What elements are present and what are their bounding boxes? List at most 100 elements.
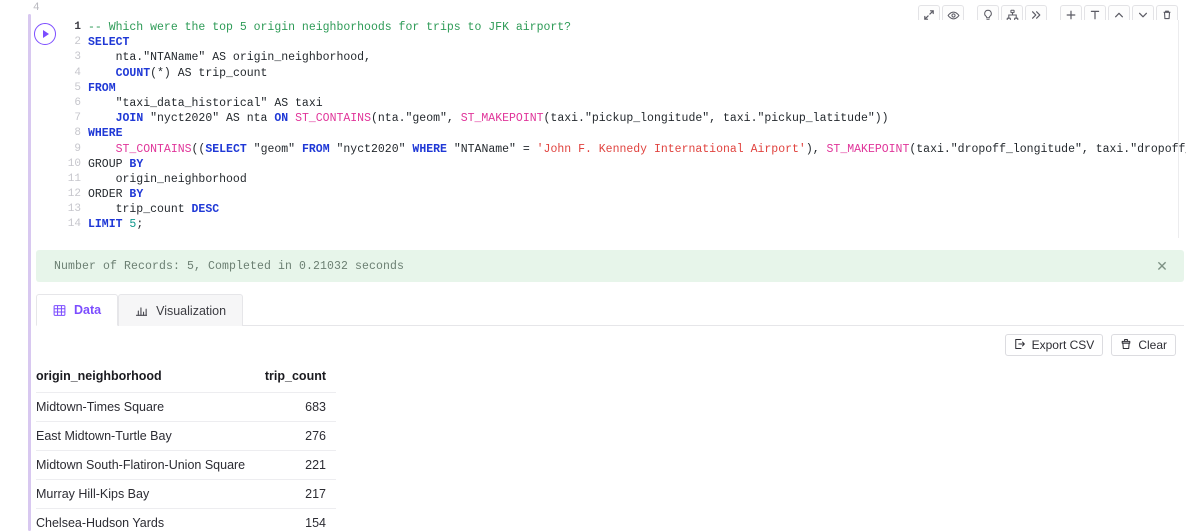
code-token: WHERE <box>88 127 123 141</box>
cell-trip-count: 276 <box>244 421 336 451</box>
cell-origin-neighborhood: Chelsea-Hudson Yards <box>36 508 244 531</box>
code-token: trip_count <box>88 203 192 217</box>
export-csv-label: Export CSV <box>1031 338 1095 352</box>
code-token: (*) AS trip_count <box>150 66 268 80</box>
code-line-text: ST_CONTAINS((SELECT "geom" FROM "nyct202… <box>88 142 1186 157</box>
code-token: "NTAName" = <box>446 142 537 156</box>
code-token: ), <box>805 142 827 156</box>
clear-button[interactable]: Clear <box>1111 334 1176 356</box>
results-actions: Export CSV Clear <box>1004 334 1176 356</box>
line-number: 9 <box>74 142 81 155</box>
cell-origin-neighborhood: East Midtown-Turtle Bay <box>36 421 244 451</box>
code-token: ST_MAKEPOINT <box>460 112 544 126</box>
table-row[interactable]: Murray Hill-Kips Bay 217 <box>36 479 336 509</box>
code-line-row[interactable]: 2 SELECT <box>60 35 1182 50</box>
code-token: (( <box>191 142 206 156</box>
code-line-text: GROUP BY <box>88 157 1182 172</box>
cell-trip-count: 154 <box>244 508 336 531</box>
code-line-row[interactable]: 11 origin_neighborhood <box>60 172 1182 187</box>
broom-icon <box>1120 338 1132 353</box>
code-line-row[interactable]: 12 ORDER BY <box>60 187 1182 202</box>
code-token: ST_CONTAINS <box>115 142 192 156</box>
code-lines[interactable]: 1 -- Which were the top 5 origin neighbor… <box>60 20 1186 233</box>
export-csv-button[interactable]: Export CSV <box>1004 334 1104 356</box>
run-cell-button[interactable] <box>34 23 56 45</box>
code-line-row[interactable]: 10 GROUP BY <box>60 157 1182 172</box>
code-line-text: origin_neighborhood <box>88 172 1182 187</box>
code-line-text: LIMIT 5; <box>88 217 1182 232</box>
line-number: 7 <box>74 112 81 125</box>
cell-trip-count: 683 <box>244 392 336 422</box>
code-line-row[interactable]: 5 FROM <box>60 81 1182 96</box>
cell-active-rail <box>28 14 31 531</box>
table-row[interactable]: Midtown-Times Square 683 <box>36 392 336 422</box>
code-token: ; <box>136 218 144 232</box>
code-token: SELECT <box>88 36 130 50</box>
code-line-text: -- Which were the top 5 origin neighborh… <box>88 20 1182 35</box>
code-token: "nyct2020" <box>329 142 413 156</box>
code-token: COUNT <box>115 66 151 80</box>
code-line-text: JOIN "nyct2020" AS nta ON ST_CONTAINS(nt… <box>88 111 1182 126</box>
line-number: 14 <box>67 218 81 231</box>
export-icon <box>1014 338 1026 353</box>
code-token: origin_neighborhood <box>88 172 247 186</box>
code-line-row[interactable]: 9 ST_CONTAINS((SELECT "geom" FROM "nyct2… <box>60 142 1186 157</box>
cell-index-label: 4 <box>33 2 40 14</box>
code-token: nta."NTAName" AS origin_neighborhood, <box>88 51 371 65</box>
cell-origin-neighborhood: Midtown-Times Square <box>36 392 244 422</box>
code-line-row[interactable]: 13 trip_count DESC <box>60 202 1182 217</box>
code-token: (nta."geom", <box>370 112 461 126</box>
grid-icon <box>53 304 66 317</box>
code-token: WHERE <box>412 142 447 156</box>
code-token: FROM <box>301 142 330 156</box>
tab-visualization[interactable]: Visualization <box>118 294 244 326</box>
tab-data[interactable]: Data <box>36 294 119 326</box>
tab-visualization-label: Visualization <box>156 303 227 318</box>
table-row[interactable]: Chelsea-Hudson Yards 154 <box>36 508 336 531</box>
line-number: 3 <box>74 51 81 64</box>
code-token: -- Which were the top 5 origin neighborh… <box>88 21 572 34</box>
results-panel: Data Visualization Export CSV Clear orig… <box>36 294 1184 531</box>
code-line-row[interactable]: 4 COUNT(*) AS trip_count <box>60 66 1182 81</box>
code-token: ST_CONTAINS <box>295 112 371 126</box>
results-table-container[interactable]: origin_neighborhood trip_count Midtown-T… <box>36 362 1184 531</box>
code-token: (taxi."dropoff_longitude", taxi."dropoff… <box>909 142 1186 156</box>
code-token: BY <box>129 188 144 202</box>
line-number: 1 <box>74 21 81 33</box>
code-line-text: ORDER BY <box>88 187 1182 202</box>
cell-origin-neighborhood: Midtown South-Flatiron-Union Square <box>36 450 245 480</box>
code-line-text: SELECT <box>88 35 1182 50</box>
column-header-trip-count[interactable]: trip_count <box>244 362 336 393</box>
line-number: 11 <box>67 172 81 185</box>
column-header-origin-neighborhood[interactable]: origin_neighborhood <box>36 362 244 393</box>
notebook-cell-screen: 4 1 -- Which were the top 5 origin neigh… <box>0 0 1200 531</box>
code-token: SELECT <box>205 142 247 156</box>
code-token: ON <box>274 112 289 126</box>
code-line-row[interactable]: 8 WHERE <box>60 126 1182 141</box>
cell-origin-neighborhood: Murray Hill-Kips Bay <box>36 479 244 509</box>
code-token: "geom" <box>246 142 302 156</box>
close-icon[interactable]: ✕ <box>1154 258 1170 274</box>
line-number: 5 <box>74 81 81 94</box>
code-token: ST_MAKEPOINT <box>826 142 910 156</box>
editor-scrollbar[interactable] <box>1178 20 1184 238</box>
code-token: "taxi_data_historical" AS taxi <box>88 96 323 110</box>
line-number: 10 <box>67 157 81 170</box>
table-row[interactable]: Midtown South-Flatiron-Union Square 221 <box>36 450 336 480</box>
code-line-text: COUNT(*) AS trip_count <box>88 66 1182 81</box>
results-tabs: Data Visualization <box>36 294 1184 326</box>
code-line-row[interactable]: 7 JOIN "nyct2020" AS nta ON ST_CONTAINS(… <box>60 111 1182 126</box>
query-status-banner: Number of Records: 5, Completed in 0.210… <box>36 250 1184 282</box>
sql-editor[interactable]: 1 -- Which were the top 5 origin neighbor… <box>34 20 1186 238</box>
code-line-row[interactable]: 3 nta."NTAName" AS origin_neighborhood, <box>60 50 1182 65</box>
code-line-row[interactable]: 14 LIMIT 5; <box>60 217 1182 232</box>
line-number: 6 <box>74 96 81 109</box>
code-line-text: trip_count DESC <box>88 202 1182 217</box>
code-line-row[interactable]: 6 "taxi_data_historical" AS taxi <box>60 96 1182 111</box>
code-line-row[interactable]: 1 -- Which were the top 5 origin neighbor… <box>60 20 1182 35</box>
table-row[interactable]: East Midtown-Turtle Bay 276 <box>36 421 336 451</box>
results-table-body: Midtown-Times Square 683 East Midtown-Turt… <box>36 392 336 531</box>
line-number: 12 <box>67 188 81 201</box>
